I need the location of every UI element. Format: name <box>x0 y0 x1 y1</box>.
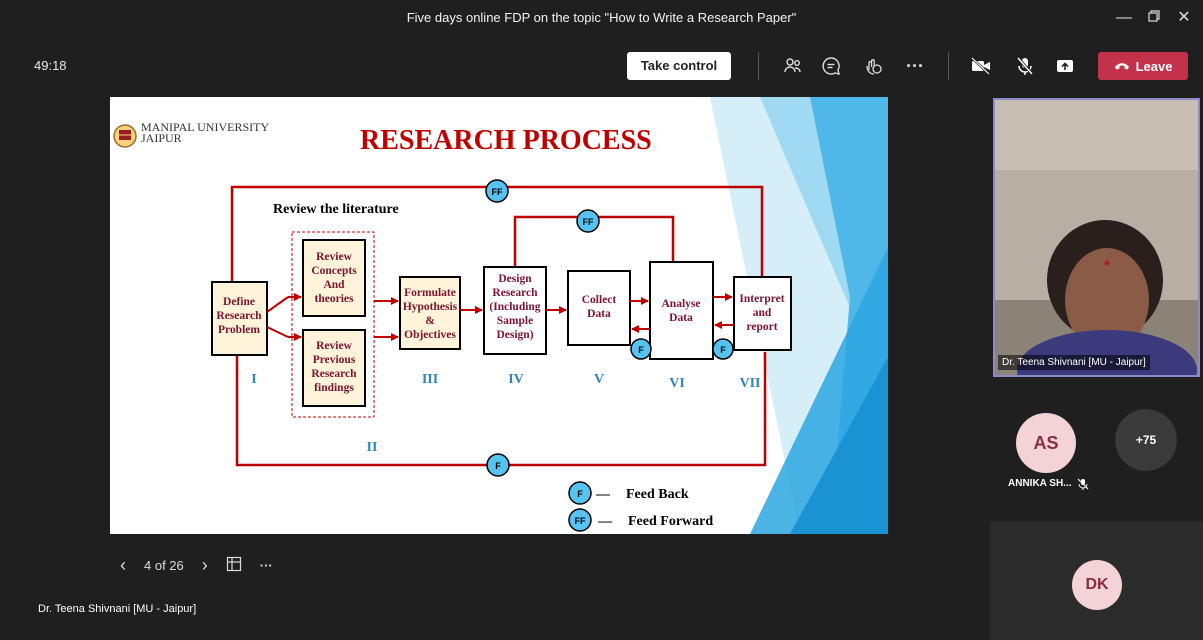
toolbar-divider <box>758 52 759 80</box>
step-label: IV <box>508 372 524 387</box>
step-label: VII <box>739 376 760 391</box>
legend-feedback-marker-label: F <box>577 489 583 499</box>
analyse-box-line: Analyse <box>662 298 701 310</box>
legend-dash: — <box>597 514 613 529</box>
meeting-timer: 49:18 <box>34 58 67 73</box>
formulate-box-line: Objectives <box>404 329 456 341</box>
close-icon[interactable]: ✕ <box>1170 6 1198 30</box>
video-frame <box>995 100 1198 375</box>
slide-pager: ‹ 4 of 26 › ··· <box>120 553 273 577</box>
define-box-line: Problem <box>218 324 260 336</box>
concepts-box-line: Review <box>316 251 352 263</box>
previous-box-line: findings <box>314 382 354 394</box>
slide-grid-icon[interactable] <box>226 556 242 575</box>
design-box-line: Design <box>498 273 532 285</box>
concepts-box-line: And <box>323 279 345 291</box>
design-box-line: Research <box>492 287 538 299</box>
formulate-box-line: Hypothesis <box>403 301 458 313</box>
camera-off-icon[interactable] <box>968 54 994 78</box>
share-screen-icon[interactable] <box>1052 54 1078 78</box>
take-control-button[interactable]: Take control <box>627 52 731 80</box>
legend-feedback-label: Feed Back <box>626 487 689 502</box>
previous-box-line: Research <box>311 368 357 380</box>
interpret-box-line: and <box>753 307 772 319</box>
feedback-marker-label: F <box>720 345 726 355</box>
define-box-line: Research <box>216 310 262 322</box>
concepts-box-line: Concepts <box>311 265 357 277</box>
legend-feedforward-marker-label: FF <box>575 516 586 526</box>
analyse-data-box <box>649 261 714 360</box>
feedforward-marker-label: FF <box>583 217 594 227</box>
interpret-box-line: Interpret <box>739 293 784 305</box>
meeting-toolbar: 49:18 Take control ··· Leave <box>0 36 1203 96</box>
step-label: III <box>422 372 438 387</box>
feedforward-marker-label: FF <box>492 187 503 197</box>
chat-icon[interactable] <box>818 54 844 78</box>
feedback-marker-label: F <box>495 461 501 471</box>
mic-muted-icon[interactable] <box>1012 54 1038 78</box>
previous-slide-icon[interactable]: ‹ <box>120 555 126 576</box>
previous-box-line: Review <box>316 340 352 352</box>
slide-canvas: MANIPAL UNIVERSITY JAIPUR RESEARCH PROCE… <box>113 97 888 534</box>
collect-box-line: Collect <box>582 294 617 306</box>
collect-box-line: Data <box>587 308 611 320</box>
interpret-box-line: report <box>746 321 777 333</box>
window-title: Five days online FDP on the topic "How t… <box>406 10 797 25</box>
university-logo <box>113 124 137 148</box>
next-slide-icon[interactable]: › <box>202 555 208 576</box>
step-label: I <box>251 372 256 387</box>
phone-icon <box>1114 63 1129 70</box>
presentation-slide: MANIPAL UNIVERSITY JAIPUR RESEARCH PROCE… <box>110 97 888 534</box>
participant-name: ANNIKA SH... <box>1008 478 1072 489</box>
more-participants-button[interactable]: +75 <box>1115 409 1177 471</box>
step-label: VI <box>669 376 685 391</box>
avatar-as[interactable]: AS <box>1016 413 1076 473</box>
participants-icon[interactable] <box>780 54 806 78</box>
maximize-icon[interactable] <box>1140 6 1168 30</box>
video-participant-label: Dr. Teena Shivnani [MU - Jaipur] <box>998 355 1150 370</box>
title-bar: Five days online FDP on the topic "How t… <box>0 0 1203 36</box>
minimize-icon[interactable]: — <box>1110 6 1138 30</box>
formulate-box-line: Formulate <box>404 287 456 299</box>
slide-more-options-icon[interactable]: ··· <box>260 558 273 573</box>
reactions-icon[interactable] <box>860 54 886 78</box>
design-box-line: (Including <box>489 301 540 313</box>
design-box-line: Design) <box>496 329 533 341</box>
muted-mic-icon <box>1077 477 1089 495</box>
review-literature-label: Review the literature <box>273 202 399 217</box>
avatar-dk[interactable]: DK <box>1072 560 1122 610</box>
toolbar-divider <box>948 52 949 80</box>
legend-dash: — <box>595 487 611 502</box>
step-label: V <box>594 372 604 387</box>
page-indicator: 4 of 26 <box>144 557 184 573</box>
previous-box-line: Previous <box>313 354 356 366</box>
analyse-box-line: Data <box>669 312 693 324</box>
participant-video[interactable] <box>993 98 1200 377</box>
presenter-name: Dr. Teena Shivnani [MU - Jaipur] <box>38 603 197 615</box>
university-city: JAIPUR <box>141 131 182 145</box>
formulate-box-line: & <box>425 315 435 327</box>
define-box-line: Define <box>223 296 255 308</box>
step-label: II <box>367 440 378 455</box>
concepts-box-line: theories <box>315 293 354 305</box>
more-options-icon[interactable]: ··· <box>902 54 928 78</box>
leave-label: Leave <box>1135 58 1173 74</box>
leave-button[interactable]: Leave <box>1098 52 1188 80</box>
legend-feedforward-label: Feed Forward <box>628 514 713 529</box>
design-box-line: Sample <box>497 315 533 327</box>
slide-heading: RESEARCH PROCESS <box>360 125 652 156</box>
feedback-marker-label: F <box>638 345 644 355</box>
